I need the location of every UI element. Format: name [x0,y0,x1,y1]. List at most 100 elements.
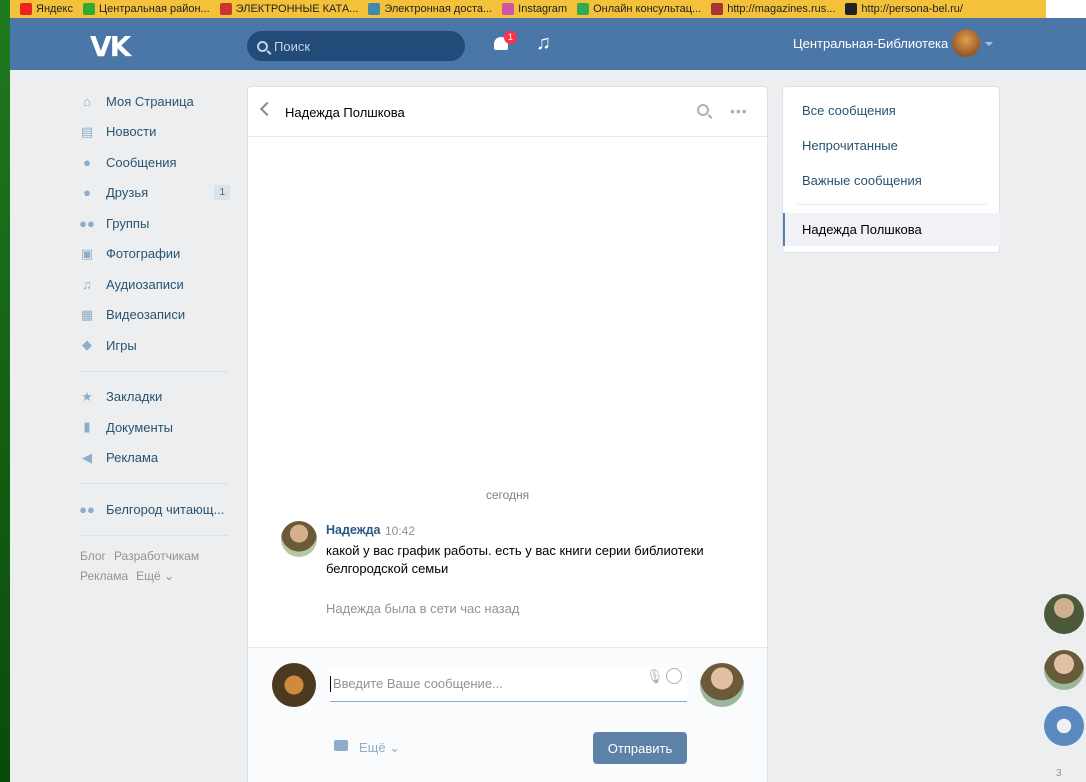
sidebar-item[interactable]: ▮ Документы [80,412,230,443]
search-icon[interactable] [697,104,709,116]
bookmark-label: http://persona-bel.ru/ [861,3,963,15]
count-badge: 1 [214,184,230,200]
left-sidebar: ⌂ Моя Страница ▤ Новости ● Сообщения ● Друзья 1 ●… [79,86,230,586]
sidebar-item[interactable]: ● Сообщения [80,147,230,178]
chat-title[interactable]: Надежда Полшкова [285,105,405,120]
attach-more-button[interactable]: Ещё ⌄ [359,740,400,756]
home-icon: ⌂ [83,93,91,109]
footer-more-link[interactable]: Ещё ⌄ [136,569,174,583]
sidebar-item-label: Сообщения [106,154,177,170]
filter-all-messages[interactable]: Все сообщения [802,103,896,118]
bookmark-item[interactable]: Instagram [502,3,567,15]
avatar[interactable] [1044,650,1084,690]
bookmark-favicon-icon [502,3,515,15]
music-icon[interactable]: ♫ [536,32,551,55]
message-composer: Введите Ваше сообщение... 🎙 Ещё ⌄ Отправ… [248,647,767,782]
bookmark-item[interactable]: Яндекс [20,3,73,15]
online-status: Надежда была в сети час назад [326,601,520,616]
chevron-down-icon[interactable] [985,42,993,46]
friends-icon: ● [83,185,91,201]
bookmark-favicon-icon [368,3,381,15]
more-icon[interactable]: ••• [730,103,748,119]
sidebar-item-label: Фотографии [106,246,181,262]
camera-icon[interactable] [334,740,348,751]
divider [798,204,986,205]
bookmarks-bar: Яндекс Центральная район... ЭЛЕКТРОННЫЕ КА… [10,0,1086,18]
bookmark-item[interactable]: ЭЛЕКТРОННЫЕ КАТА... [219,3,359,15]
sidebar-footer: Блог Разработчикам Реклама Ещё ⌄ [80,546,230,586]
chat-header: Надежда Полшкова ••• [248,87,767,137]
bookmark-label: Онлайн консультац... [593,3,702,15]
sidebar-item[interactable]: ▤ Новости [80,117,230,148]
bookmark-favicon-icon [845,3,858,15]
sidebar-item-label: Реклама [106,450,159,466]
video-icon: ▦ [80,306,94,322]
messages-icon: ● [83,154,91,170]
sidebar-item[interactable]: ▣ Фотографии [80,239,230,270]
bookmark-label: Яндекс [36,3,73,15]
sidebar-item-label: Аудиозаписи [106,276,184,292]
profile-avatar[interactable] [952,29,980,57]
bookmark-item[interactable]: Электронная доста... [368,3,492,15]
notification-badge: 1 [504,31,517,44]
active-conversation[interactable]: Надежда Полшкова [783,213,1000,246]
sidebar-item-label: Документы [106,419,174,435]
window-frame-left [0,0,10,782]
vk-logo[interactable]: VK [90,30,131,63]
sidebar-item-label: Закладки [106,389,163,405]
avatar[interactable] [1044,594,1084,634]
avatar[interactable] [281,521,317,557]
sidebar-item[interactable]: ●● Белгород читающ... [79,494,230,525]
microphone-icon[interactable]: 🎙 [646,668,664,685]
group-icon: ●● [79,501,95,517]
footer-ads-link[interactable]: Реклама [80,569,128,583]
bookmark-label: ЭЛЕКТРОННЫЕ КАТА... [235,3,359,15]
message-text: какой у вас график работы. есть у вас кн… [326,543,704,576]
sidebar-item-label: Моя Страница [106,93,194,109]
bookmark-item[interactable]: http://magazines.rus... [711,3,835,15]
avatar [700,663,744,707]
groups-icon: ●● [79,215,95,231]
message-author[interactable]: Надежда [326,523,380,537]
sidebar-item[interactable]: ◆ Игры [80,330,230,361]
sidebar-item[interactable]: ● Друзья 1 [80,178,230,209]
bookmark-item[interactable]: Центральная район... [83,3,210,15]
sidebar-item[interactable]: ★ Закладки [80,382,230,413]
search-placeholder: Поиск [274,38,311,54]
message-input[interactable]: Введите Ваше сообщение... [330,668,687,702]
emoji-icon[interactable] [666,668,682,684]
sidebar-item[interactable]: ▦ Видеозаписи [80,300,230,331]
date-separator: сегодня [485,488,530,502]
document-icon: ▮ [83,419,91,435]
send-button[interactable]: Отправить [593,732,687,764]
search-icon [257,40,268,52]
bookmark-label: Центральная район... [99,3,210,15]
filter-unread[interactable]: Непрочитанные [802,138,898,153]
star-icon: ★ [81,388,93,404]
megaphone-icon: ◀ [82,449,92,465]
avatar[interactable] [1044,706,1084,746]
bookmarks-blank [1046,0,1086,18]
games-icon: ◆ [82,337,92,353]
message-time: 10:42 [385,524,416,538]
notifications-button[interactable]: 1 [493,31,517,53]
sidebar-item[interactable]: ⌂ Моя Страница [80,86,230,117]
profile-name[interactable]: Центральная-Библиотека [793,36,948,51]
search-input[interactable]: Поиск [247,31,465,61]
music-icon: ♫ [82,276,92,292]
bookmark-favicon-icon [20,3,32,15]
back-arrow-icon[interactable] [259,101,275,117]
camera-icon: ▣ [80,245,94,261]
bookmark-label: Электронная доста... [384,3,493,15]
footer-developers-link[interactable]: Разработчикам [114,549,199,563]
sidebar-item[interactable]: ●● Группы [79,208,230,239]
sidebar-item[interactable]: ◀ Реклама [80,443,230,474]
friends-online-count[interactable]: 3 [1056,768,1062,779]
footer-blog-link[interactable]: Блог [80,549,106,563]
sidebar-item[interactable]: ♫ Аудиозаписи [80,269,230,300]
sidebar-item-label: Игры [106,337,137,353]
filter-important[interactable]: Важные сообщения [802,173,922,188]
divider [80,370,228,372]
bookmark-item[interactable]: http://persona-bel.ru/ [845,3,963,15]
bookmark-item[interactable]: Онлайн консультац... [577,3,701,15]
